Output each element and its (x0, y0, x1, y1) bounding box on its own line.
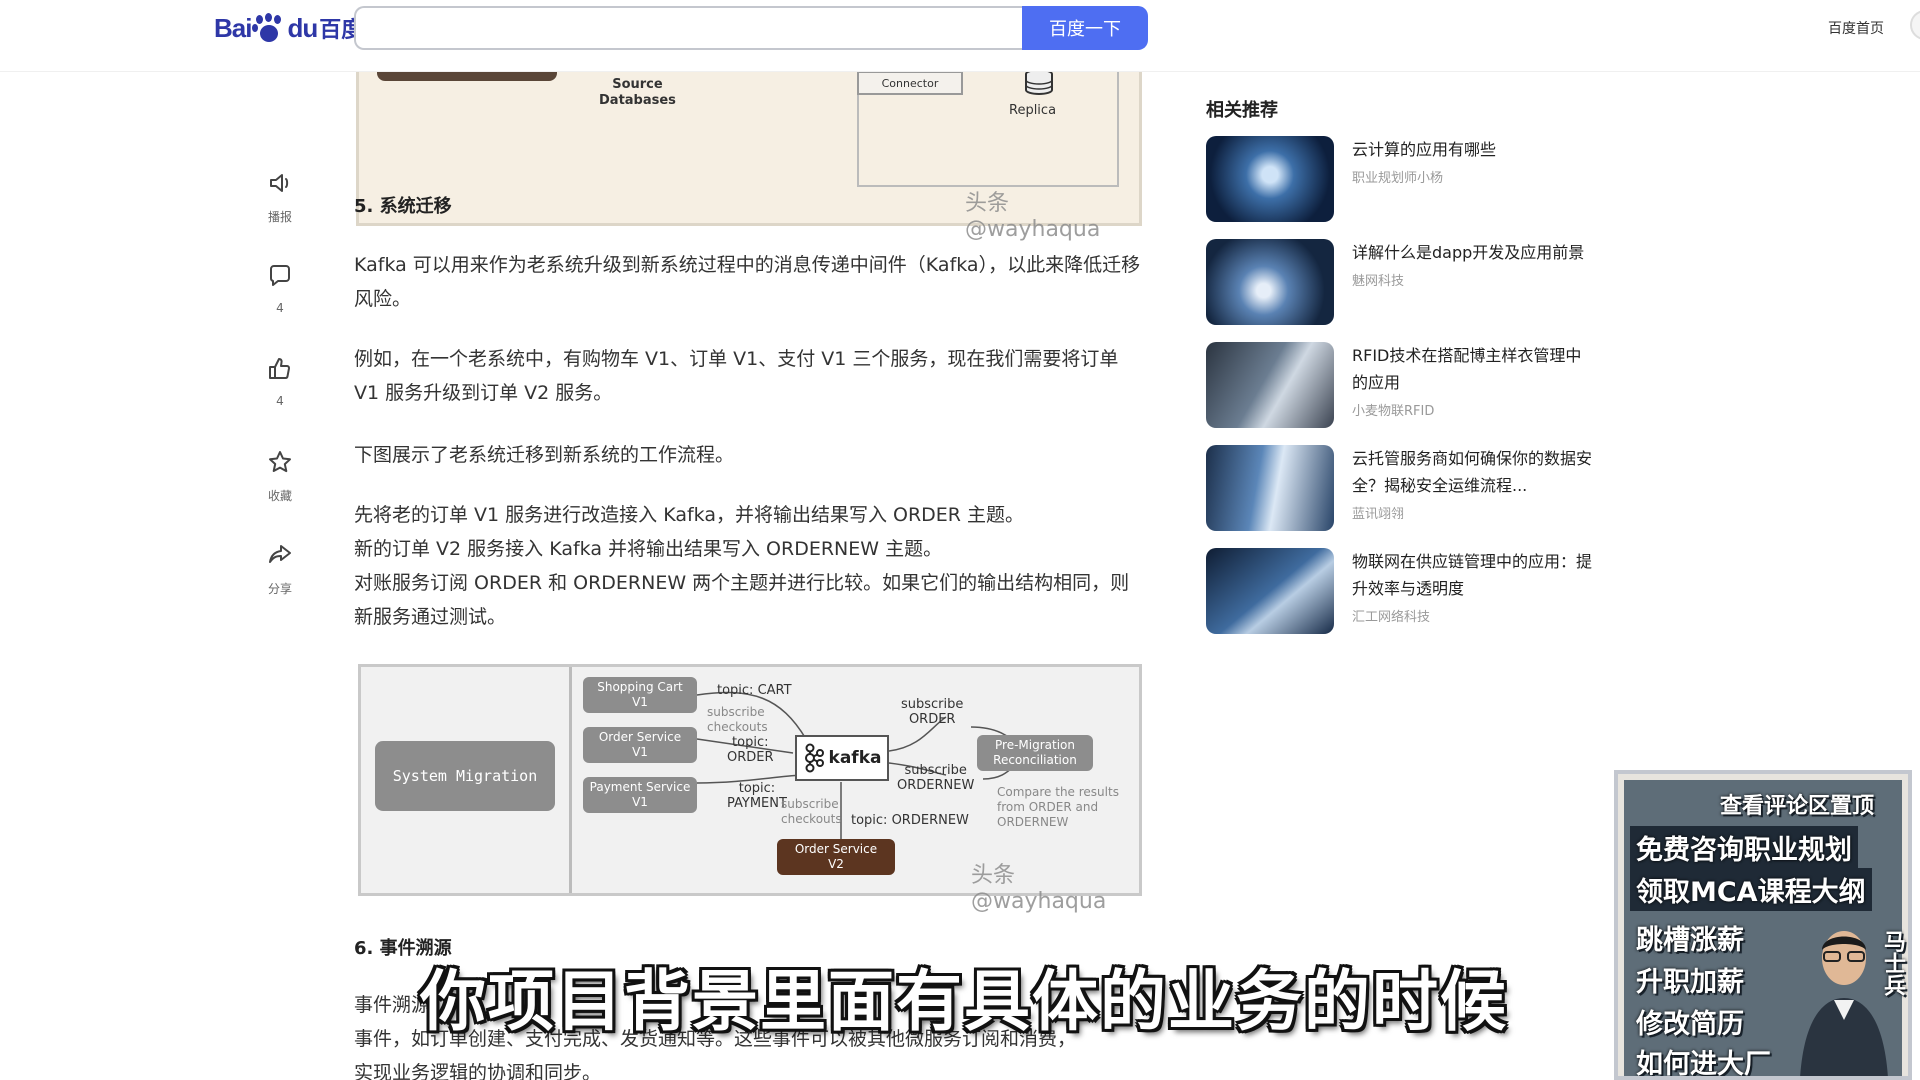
subscribe-order-label: subscribe ORDER (901, 697, 964, 727)
ad-presenter-name: 马士兵 (1880, 930, 1905, 996)
paragraph: 例如，在一个老系统中，有购物车 V1、订单 V1、支付 V1 三个服务，现在我们… (354, 348, 1119, 404)
rail-label-share: 分享 (267, 582, 292, 596)
baidu-logo[interactable]: Bai du 百度 (214, 12, 363, 44)
kafka-logo-box: kafka (795, 735, 889, 781)
ad-line-5: 修改简历 (1636, 1009, 1744, 1040)
related-thumbnail (1206, 445, 1334, 531)
diagram-dark-block (377, 72, 557, 81)
search-input[interactable] (356, 8, 1023, 48)
related-title-text: 云托管服务商如何确保你的数据安全？揭秘安全运维流程... (1352, 449, 1593, 495)
logo-text-bai: Bai (214, 12, 252, 43)
action-rail: 播报 4 4 收藏 分享 (255, 170, 305, 635)
rail-item-like[interactable]: 4 (255, 356, 305, 449)
related-title-text: 物联网在供应链管理中的应用：提升效率与透明度 (1352, 552, 1593, 598)
paragraph: 实现业务逻辑的协调和同步。 (354, 1062, 602, 1080)
presenter-photo (1800, 931, 1888, 1076)
article-body: Source Databases Connector Replica 头条 @w… (354, 72, 1144, 1080)
paragraph: Kafka 可以用来作为老系统升级到新系统过程中的消息传递中间件（Kafka），… (354, 254, 1141, 310)
diagram-connector-box: Connector (857, 72, 963, 95)
related-title: 相关推荐 (1206, 100, 1278, 121)
rail-label-like-count: 4 (276, 394, 284, 408)
ad-line-4: 升职加薪 (1636, 967, 1744, 998)
related-item[interactable]: 物联网在供应链管理中的应用：提升效率与透明度 汇工网络科技 (1206, 548, 1606, 651)
ad-line-1: 免费咨询职业规划 (1630, 826, 1858, 869)
baidu-home-link[interactable]: 百度首页 (1828, 18, 1884, 38)
related-thumbnail (1206, 136, 1334, 222)
course-ad-overlay[interactable]: 查看评论区置顶 免费咨询职业规划 领取MCA课程大纲 跳槽涨薪 升职加薪 修改简… (1614, 770, 1912, 1080)
topic-ordernew-label: topic: ORDERNEW (851, 813, 969, 828)
diagram-divider (569, 667, 572, 893)
rail-item-comment[interactable]: 4 (255, 263, 305, 356)
rail-item-favorite[interactable]: 收藏 (255, 449, 305, 542)
related-thumbnail (1206, 548, 1334, 634)
related-item[interactable]: RFID技术在搭配博主样衣管理中的应用 小麦物联RFID (1206, 342, 1606, 445)
shopping-cart-box: Shopping Cart V1 (583, 677, 697, 713)
logo-text-du: du (287, 12, 318, 43)
rail-label-favorite: 收藏 (267, 489, 292, 503)
diagram-replica-label: Replica (1009, 103, 1057, 118)
migration-diagram-image: System Migration Shopping Cart V1 Order … (358, 664, 1142, 914)
compare-results-note: Compare the results from ORDER and ORDER… (997, 785, 1119, 829)
rail-item-listen[interactable]: 播报 (255, 170, 305, 263)
related-title-text: 详解什么是dapp开发及应用前景 (1352, 243, 1585, 262)
user-avatar[interactable] (1910, 10, 1920, 40)
related-thumbnail (1206, 342, 1334, 428)
database-icon (1025, 72, 1053, 96)
top-header: Bai du 百度 百度一下 百度首页 (0, 0, 1920, 72)
speaker-icon (270, 174, 289, 192)
order-service-v1-box: Order Service V1 (583, 727, 697, 763)
related-recommendations: 相关推荐 云计算的应用有哪些 职业规划师小杨 详解什么是dapp开发及应用前景 … (1206, 96, 1606, 651)
paragraph: 先将老的订单 V1 服务进行改造接入 Kafka，并将输出结果写入 ORDER … (354, 504, 1025, 526)
rail-label-listen: 播报 (267, 210, 292, 224)
paw-icon (252, 13, 286, 43)
rail-label-comment-count: 4 (276, 301, 284, 315)
share-icon (269, 545, 291, 563)
subscribe-ordernew-label: subscribe ORDERNEW (897, 763, 975, 793)
thumbs-up-icon (269, 358, 290, 379)
search-button[interactable]: 百度一下 (1022, 6, 1148, 50)
ad-top-line: 查看评论区置顶 (1720, 794, 1875, 819)
related-item[interactable]: 云计算的应用有哪些 职业规划师小杨 (1206, 136, 1606, 239)
related-source: 小麦物联RFID (1352, 404, 1435, 419)
diagram-source-label: Source Databases (599, 77, 676, 108)
paragraph: 对账服务订阅 ORDER 和 ORDERNEW 两个主题并进行比较。如果它们的输… (354, 572, 1130, 628)
paragraph: 下图展示了老系统迁移到新系统的工作流程。 (354, 444, 735, 466)
related-source: 蓝讯翊翎 (1352, 507, 1405, 522)
related-item[interactable]: 详解什么是dapp开发及应用前景 魅网科技 (1206, 239, 1606, 342)
topic-order-label: topic: ORDER (727, 735, 774, 765)
section-heading-migration: 5. 系统迁移 (354, 196, 452, 217)
topic-cart-label: topic: CART (717, 683, 792, 698)
comment-icon (270, 265, 290, 286)
cdc-diagram-image: Source Databases Connector Replica 头条 @w… (356, 72, 1142, 242)
subscribe-checkouts-label: subscribe checkouts (707, 705, 768, 734)
related-source: 魅网科技 (1352, 274, 1405, 289)
related-item[interactable]: 云托管服务商如何确保你的数据安全？揭秘安全运维流程... 蓝讯翊翎 (1206, 445, 1606, 548)
ad-line-6: 如何进大厂 (1636, 1049, 1771, 1080)
kafka-icon (804, 743, 824, 773)
related-source: 职业规划师小杨 (1352, 171, 1444, 186)
search-field-wrapper (354, 6, 1023, 50)
paragraph: 新的订单 V2 服务接入 Kafka 并将输出结果写入 ORDERNEW 主题。 (354, 538, 943, 560)
ad-background: 查看评论区置顶 免费咨询职业规划 领取MCA课程大纲 跳槽涨薪 升职加薪 修改简… (1624, 780, 1905, 1076)
related-title-text: 云计算的应用有哪些 (1352, 140, 1497, 159)
rail-item-share[interactable]: 分享 (255, 542, 305, 635)
subscribe-checkouts-label-2: subscribe checkouts (781, 797, 842, 826)
kafka-label: kafka (828, 748, 882, 768)
related-thumbnail (1206, 239, 1334, 325)
system-migration-box: System Migration (375, 741, 555, 811)
topic-payment-label: topic: PAYMENT (727, 781, 787, 811)
related-source: 汇工网络科技 (1352, 610, 1431, 625)
image-watermark: 头条 @wayhaqua (965, 191, 1101, 242)
related-title-text: RFID技术在搭配博主样衣管理中的应用 (1352, 346, 1582, 392)
pre-migration-box: Pre-Migration Reconciliation (977, 735, 1093, 771)
ad-line-2: 领取MCA课程大纲 (1630, 868, 1872, 911)
payment-service-box: Payment Service V1 (583, 777, 697, 813)
image-watermark: 头条 @wayhaqua (971, 863, 1107, 914)
video-subtitle: 你项目背景里面有具体的业务的时候 (420, 963, 1508, 1040)
ad-line-3: 跳槽涨薪 (1636, 925, 1744, 956)
order-service-v2-box: Order Service V2 (777, 839, 895, 875)
star-icon (269, 451, 291, 473)
